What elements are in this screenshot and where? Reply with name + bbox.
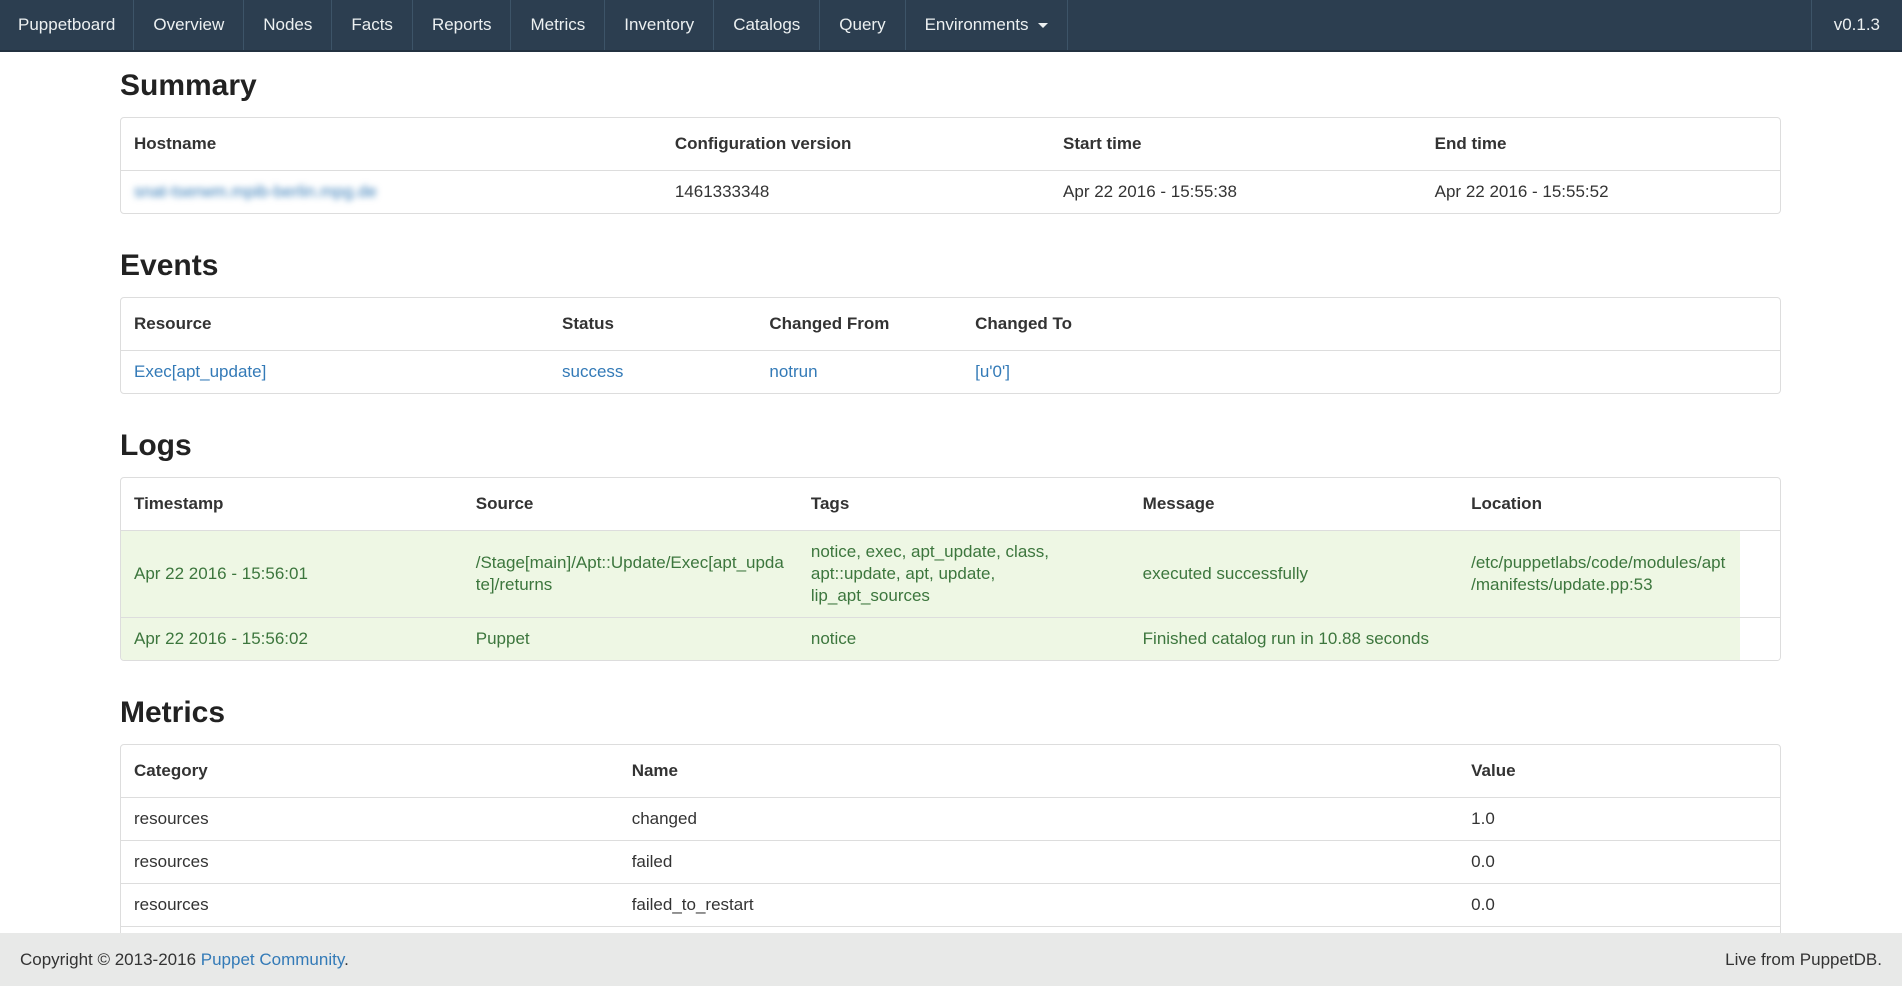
config-version-cell: 1461333348 — [662, 171, 1050, 214]
log-location-cell: /etc/puppetlabs/code/modules/apt/manifes… — [1458, 531, 1740, 618]
summary-row: snat-tserwm.mpib-berlin.mpg.de 146133334… — [121, 171, 1780, 214]
events-header-changed-to: Changed To — [962, 298, 1780, 351]
page-footer: Copyright © 2013-2016 Puppet Community. … — [0, 933, 1902, 986]
events-panel: Resource Status Changed From Changed To … — [120, 297, 1781, 394]
nav-item-reports[interactable]: Reports — [413, 0, 512, 50]
log-tags-cell: notice, exec, apt_update, class, apt::up… — [798, 531, 1130, 618]
version-badge: v0.1.3 — [1811, 0, 1902, 50]
copyright-suffix: . — [344, 950, 349, 969]
logs-header-tags: Tags — [798, 478, 1130, 531]
hostname-link[interactable]: snat-tserwm.mpib-berlin.mpg.de — [134, 182, 377, 201]
summary-header-start-time: Start time — [1050, 118, 1422, 171]
log-row: Apr 22 2016 - 15:56:02 Puppet notice Fin… — [121, 618, 1780, 661]
navbar-spacer — [1068, 0, 1811, 50]
nav-item-facts[interactable]: Facts — [332, 0, 413, 50]
logs-header-location: Location — [1458, 478, 1740, 531]
event-row: Exec[apt_update] success notrun [u'0'] — [121, 351, 1780, 394]
live-from-puppetdb-text: Live from PuppetDB. — [1725, 950, 1882, 970]
navbar-left-group: Puppetboard Overview Nodes Facts Reports… — [0, 0, 1068, 50]
nav-item-metrics[interactable]: Metrics — [511, 0, 605, 50]
log-tags-cell: notice — [798, 618, 1130, 661]
metrics-header-value: Value — [1458, 745, 1780, 798]
environments-label: Environments — [925, 0, 1029, 50]
log-source-cell: /Stage[main]/Apt::Update/Exec[apt_update… — [463, 531, 798, 618]
metric-row: resources failed 0.0 — [121, 841, 1780, 884]
event-resource-link[interactable]: Exec[apt_update] — [134, 362, 266, 381]
summary-header-hostname: Hostname — [121, 118, 662, 171]
brand-puppetboard[interactable]: Puppetboard — [0, 0, 134, 50]
metric-value-cell: 0.0 — [1458, 841, 1780, 884]
event-changed-to-link[interactable]: [u'0'] — [975, 362, 1010, 381]
summary-panel: Hostname Configuration version Start tim… — [120, 117, 1781, 214]
metric-name-cell: changed — [619, 798, 1458, 841]
logs-header-message: Message — [1130, 478, 1458, 531]
metric-row: resources changed 1.0 — [121, 798, 1780, 841]
start-time-cell: Apr 22 2016 - 15:55:38 — [1050, 171, 1422, 214]
spacer-cell — [1740, 531, 1780, 618]
copyright-text: Copyright © 2013-2016 Puppet Community. — [20, 950, 349, 970]
events-header-status: Status — [549, 298, 756, 351]
log-location-cell — [1458, 618, 1740, 661]
puppet-community-link[interactable]: Puppet Community — [201, 950, 344, 969]
metric-name-cell: failed_to_restart — [619, 884, 1458, 927]
end-time-cell: Apr 22 2016 - 15:55:52 — [1422, 171, 1780, 214]
events-header-changed-from: Changed From — [756, 298, 962, 351]
event-changed-from-link[interactable]: notrun — [769, 362, 817, 381]
top-navbar: Puppetboard Overview Nodes Facts Reports… — [0, 0, 1902, 52]
events-table: Resource Status Changed From Changed To … — [121, 298, 1780, 393]
logs-header-source: Source — [463, 478, 798, 531]
event-status-cell: success — [549, 351, 756, 394]
nav-item-catalogs[interactable]: Catalogs — [714, 0, 820, 50]
logs-header-spacer — [1740, 478, 1780, 531]
logs-header-timestamp: Timestamp — [121, 478, 463, 531]
metric-value-cell: 1.0 — [1458, 798, 1780, 841]
metric-row: resources failed_to_restart 0.0 — [121, 884, 1780, 927]
log-row: Apr 22 2016 - 15:56:01 /Stage[main]/Apt:… — [121, 531, 1780, 618]
log-source-cell: Puppet — [463, 618, 798, 661]
summary-header-end-time: End time — [1422, 118, 1780, 171]
nav-item-query[interactable]: Query — [820, 0, 905, 50]
metric-value-cell: 0.0 — [1458, 884, 1780, 927]
event-status-link[interactable]: success — [562, 362, 623, 381]
summary-section: Summary Hostname Configuration version S… — [120, 70, 1781, 214]
nav-dropdown-environments[interactable]: Environments — [906, 0, 1068, 50]
event-changed-from-cell: notrun — [756, 351, 962, 394]
logs-panel: Timestamp Source Tags Message Location A… — [120, 477, 1781, 661]
metric-category-cell: resources — [121, 884, 619, 927]
events-section: Events Resource Status Changed From Chan… — [120, 250, 1781, 394]
metric-category-cell: resources — [121, 841, 619, 884]
nav-item-nodes[interactable]: Nodes — [244, 0, 332, 50]
logs-table: Timestamp Source Tags Message Location A… — [121, 478, 1780, 660]
log-message-cell: Finished catalog run in 10.88 seconds — [1130, 618, 1458, 661]
summary-table: Hostname Configuration version Start tim… — [121, 118, 1780, 213]
summary-heading: Summary — [120, 70, 1781, 102]
event-resource-cell: Exec[apt_update] — [121, 351, 549, 394]
log-timestamp-cell: Apr 22 2016 - 15:56:02 — [121, 618, 463, 661]
metrics-section: Metrics Category Name Value resources ch… — [120, 697, 1781, 970]
logs-heading: Logs — [120, 430, 1781, 462]
log-message-cell: executed successfully — [1130, 531, 1458, 618]
log-timestamp-cell: Apr 22 2016 - 15:56:01 — [121, 531, 463, 618]
metrics-header-category: Category — [121, 745, 619, 798]
nav-item-inventory[interactable]: Inventory — [605, 0, 714, 50]
logs-section: Logs Timestamp Source Tags Message Locat… — [120, 430, 1781, 661]
metrics-heading: Metrics — [120, 697, 1781, 729]
spacer-cell — [1740, 618, 1780, 661]
chevron-down-icon — [1038, 23, 1048, 28]
copyright-prefix: Copyright © 2013-2016 — [20, 950, 201, 969]
event-changed-to-cell: [u'0'] — [962, 351, 1780, 394]
metrics-header-name: Name — [619, 745, 1458, 798]
hostname-cell: snat-tserwm.mpib-berlin.mpg.de — [121, 171, 662, 214]
metric-category-cell: resources — [121, 798, 619, 841]
metric-name-cell: failed — [619, 841, 1458, 884]
events-header-resource: Resource — [121, 298, 549, 351]
events-heading: Events — [120, 250, 1781, 282]
main-content: Summary Hostname Configuration version S… — [120, 70, 1781, 970]
nav-item-overview[interactable]: Overview — [134, 0, 244, 50]
summary-header-config-version: Configuration version — [662, 118, 1050, 171]
